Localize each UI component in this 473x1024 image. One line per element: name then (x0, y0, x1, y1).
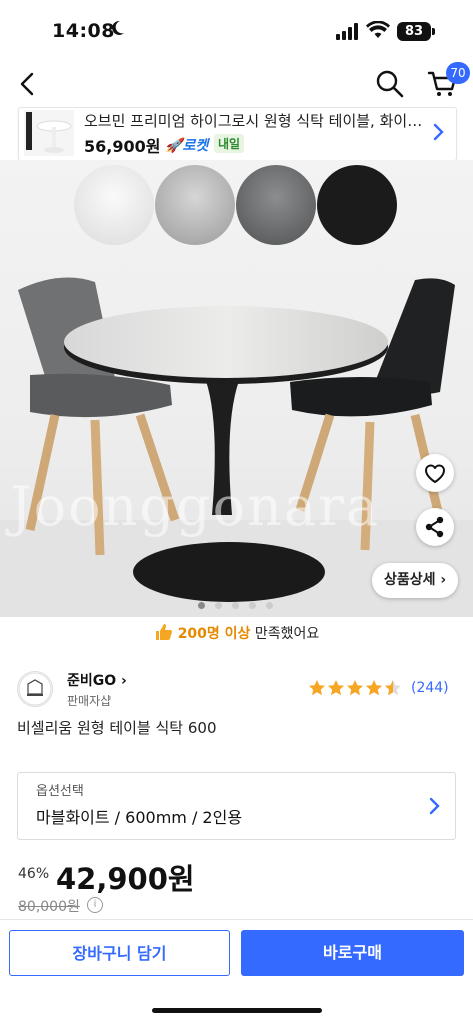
heart-icon (425, 464, 445, 483)
star-icon (309, 680, 325, 696)
review-count[interactable]: (244) (411, 680, 449, 696)
battery-level: 83 (397, 22, 431, 41)
rocket-icon: 🚀 (165, 138, 183, 154)
product-image-carousel[interactable] (0, 160, 473, 617)
banner-product-title: 오브민 프리미엄 하이그로시 원형 식탁 테이블, 화이트, ... (84, 112, 426, 130)
watermark: Joonggonara (10, 475, 381, 538)
signal-icon (336, 23, 358, 40)
buy-now-button[interactable]: 바로구매 (241, 930, 464, 976)
satisfaction-count: 200명 이상 (177, 626, 251, 642)
rocket-delivery-label: 🚀로켓 (165, 135, 208, 155)
satisfaction-banner: 200명 이상 만족했어요 (0, 622, 473, 643)
share-button[interactable] (416, 508, 454, 546)
carousel-dot[interactable] (266, 602, 273, 609)
info-icon[interactable]: i (87, 897, 103, 913)
star-icon (347, 680, 363, 696)
status-time: 14:08 (52, 20, 115, 42)
color-swatch-white[interactable] (74, 165, 154, 245)
carousel-dot[interactable] (215, 602, 222, 609)
carousel-dot[interactable] (198, 602, 205, 609)
option-value: 마블화이트 / 600mm / 2인용 (36, 808, 243, 827)
color-swatch-black[interactable] (317, 165, 397, 245)
product-title: 비셀리움 원형 테이블 식탁 600 (17, 719, 217, 737)
star-icon (328, 680, 344, 696)
half-star-icon (385, 680, 401, 696)
banner-product-thumbnail (24, 110, 74, 156)
option-label: 옵션선택 (36, 784, 84, 799)
rocket-text: 로켓 (182, 138, 209, 154)
satisfaction-text: 만족했어요 (250, 626, 320, 642)
color-swatch-dark-marble[interactable] (236, 165, 316, 245)
carousel-dots (198, 602, 278, 612)
discount-rate: 46% (18, 866, 50, 882)
star-icon (366, 680, 382, 696)
battery-tip (432, 28, 435, 35)
chevron-right-icon: › (440, 572, 447, 588)
seller-name-text: 준비GO (67, 673, 117, 689)
product-photo (0, 165, 473, 617)
delivery-tomorrow-badge: 내일 (214, 134, 245, 153)
seller-logo[interactable] (17, 671, 53, 707)
original-price: 80,000원 (18, 899, 80, 915)
banner-price: 56,900원 (84, 137, 161, 156)
chevron-right-icon[interactable] (432, 122, 446, 142)
share-icon (425, 516, 444, 538)
color-swatch-light-marble[interactable] (155, 165, 235, 245)
cart-count-badge: 70 (446, 62, 470, 84)
carousel-dot[interactable] (232, 602, 239, 609)
moon-icon (112, 20, 124, 35)
add-to-cart-button[interactable]: 장바구니 담기 (9, 930, 230, 976)
chevron-right-icon[interactable] (428, 796, 442, 816)
seller-name[interactable]: 준비GO › (67, 670, 127, 690)
product-detail-button[interactable]: 상품상세 › (372, 563, 459, 598)
back-arrow-icon[interactable] (14, 70, 42, 98)
star-rating (309, 680, 401, 696)
divider (0, 919, 473, 920)
search-icon[interactable] (374, 68, 406, 100)
carousel-dot[interactable] (249, 602, 256, 609)
thumbs-up-icon (155, 624, 172, 640)
seller-shop-label: 판매자샵 (67, 694, 112, 708)
wishlist-button[interactable] (416, 454, 454, 492)
detail-button-label: 상품상세 (384, 572, 436, 588)
chevron-right-icon: › (121, 673, 127, 689)
wifi-icon (366, 21, 390, 38)
home-indicator[interactable] (152, 1008, 322, 1013)
sale-price: 42,900원 (56, 862, 195, 896)
